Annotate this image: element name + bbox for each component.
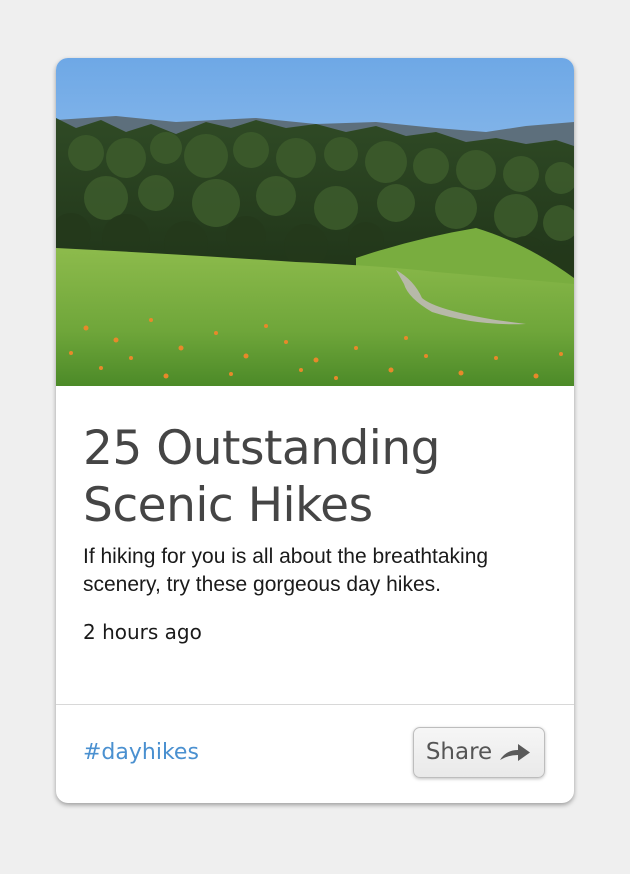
- card-body: 25 Outstanding Scenic Hikes If hiking fo…: [83, 420, 553, 645]
- hero-image: [56, 58, 574, 386]
- right-arrow-icon: [498, 741, 532, 763]
- card-timestamp: 2 hours ago: [83, 620, 202, 644]
- article-card[interactable]: 25 Outstanding Scenic Hikes If hiking fo…: [56, 58, 574, 803]
- hashtag-link[interactable]: #dayhikes: [83, 738, 199, 768]
- card-footer-divider: [56, 704, 574, 705]
- card-description: If hiking for you is all about the breat…: [83, 545, 489, 596]
- share-button-label: Share: [425, 738, 493, 765]
- card-title[interactable]: 25 Outstanding Scenic Hikes: [83, 420, 553, 534]
- share-button[interactable]: Share: [413, 727, 545, 778]
